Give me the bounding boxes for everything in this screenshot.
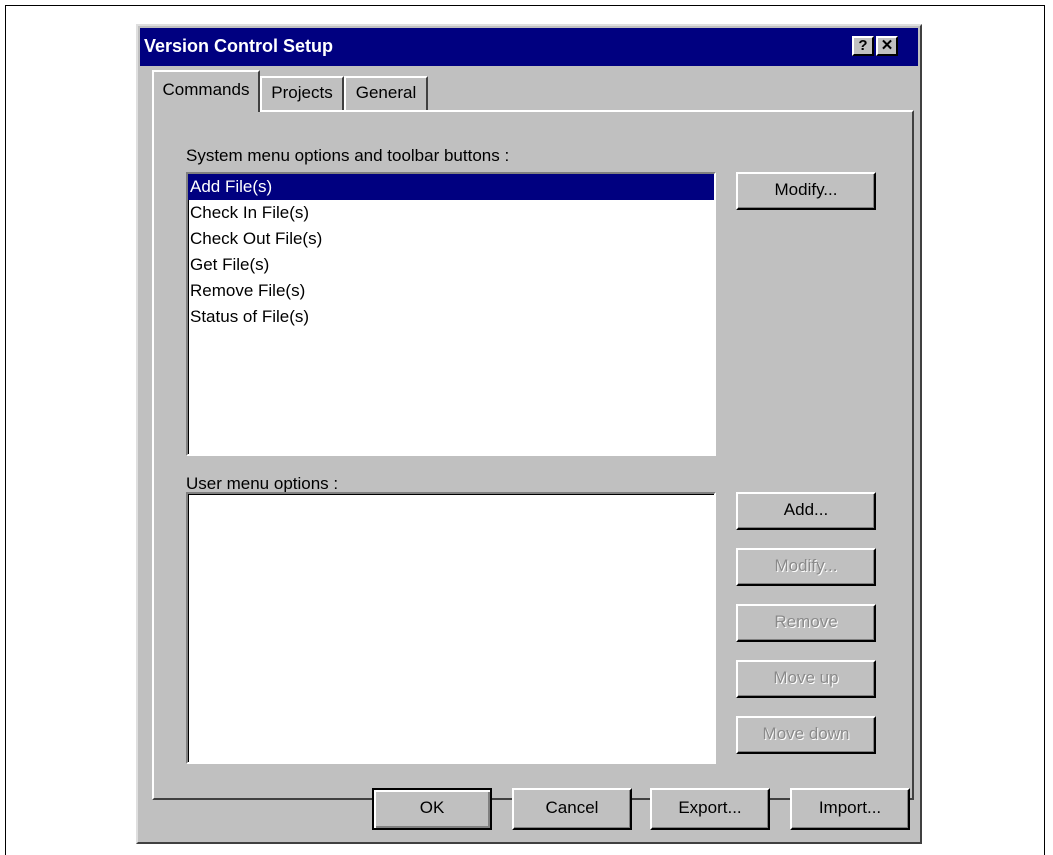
tab-general-label: General bbox=[355, 83, 417, 102]
list-item[interactable]: Add File(s) bbox=[188, 174, 714, 200]
close-button[interactable]: ✕ bbox=[876, 36, 898, 56]
list-item[interactable]: Get File(s) bbox=[188, 252, 714, 278]
list-item-label: Status of File(s) bbox=[190, 307, 310, 326]
commands-tab-panel: System menu options and toolbar buttons … bbox=[152, 110, 914, 800]
cancel-button[interactable]: Cancel bbox=[512, 788, 632, 830]
tab-commands[interactable]: Commands bbox=[152, 70, 260, 112]
list-item-label: Check In File(s) bbox=[190, 203, 310, 222]
tab-projects[interactable]: Projects bbox=[260, 76, 344, 112]
system-list-label: System menu options and toolbar buttons … bbox=[186, 146, 510, 165]
tab-general[interactable]: General bbox=[344, 76, 428, 112]
list-item-label: Remove File(s) bbox=[190, 281, 306, 300]
list-item[interactable]: Check Out File(s) bbox=[188, 226, 714, 252]
remove-button[interactable]: Remove bbox=[736, 604, 876, 642]
title-bar: Version Control Setup ? ✕ bbox=[140, 28, 918, 66]
ok-button[interactable]: OK bbox=[372, 788, 492, 830]
list-item[interactable]: Remove File(s) bbox=[188, 278, 714, 304]
system-commands-listbox[interactable]: Add File(s) Check In File(s) Check Out F… bbox=[186, 172, 716, 456]
version-control-setup-dialog: Version Control Setup ? ✕ Commands Proje… bbox=[136, 24, 922, 844]
list-item-label: Get File(s) bbox=[190, 255, 270, 274]
help-button[interactable]: ? bbox=[852, 36, 874, 56]
user-list-label: User menu options : bbox=[186, 474, 339, 493]
list-item[interactable]: Status of File(s) bbox=[188, 304, 714, 330]
move-down-button[interactable]: Move down bbox=[736, 716, 876, 754]
tab-commands-label: Commands bbox=[162, 80, 250, 99]
move-up-button[interactable]: Move up bbox=[736, 660, 876, 698]
list-item[interactable]: Check In File(s) bbox=[188, 200, 714, 226]
add-button[interactable]: Add... bbox=[736, 492, 876, 530]
user-modify-button[interactable]: Modify... bbox=[736, 548, 876, 586]
user-options-listbox[interactable] bbox=[186, 492, 716, 764]
list-item-label: Check Out File(s) bbox=[190, 229, 323, 248]
system-modify-button[interactable]: Modify... bbox=[736, 172, 876, 210]
list-item-label: Add File(s) bbox=[190, 177, 273, 196]
import-button[interactable]: Import... bbox=[790, 788, 910, 830]
window-title: Version Control Setup bbox=[144, 36, 334, 56]
tab-projects-label: Projects bbox=[271, 83, 333, 102]
export-button[interactable]: Export... bbox=[650, 788, 770, 830]
